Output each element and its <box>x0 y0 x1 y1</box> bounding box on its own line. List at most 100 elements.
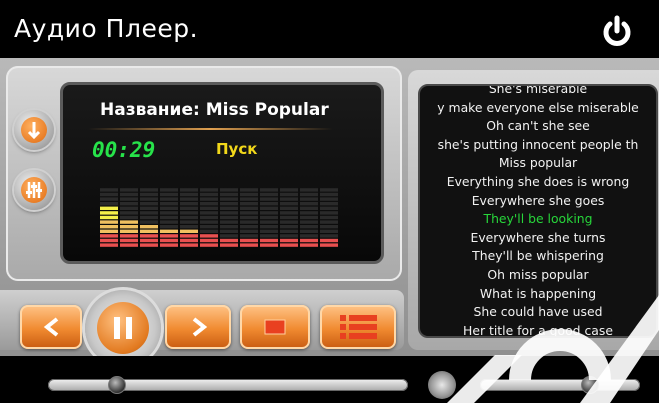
eq-segment <box>260 225 278 229</box>
eq-segment <box>260 215 278 220</box>
eq-segment <box>120 202 138 206</box>
playlist-icon <box>340 315 377 339</box>
eq-segment <box>320 211 338 215</box>
eq-segment <box>240 234 258 238</box>
eq-segment <box>240 238 258 243</box>
eq-segment <box>200 211 218 215</box>
eq-segment <box>260 220 278 224</box>
stop-button[interactable] <box>240 305 310 349</box>
eq-segment <box>160 211 178 215</box>
lyric-line: Everywhere she turns <box>470 229 606 245</box>
eq-segment <box>300 197 318 201</box>
eq-segment <box>240 229 258 233</box>
eq-segment <box>300 234 318 238</box>
eq-segment <box>200 206 218 210</box>
pause-icon <box>114 317 132 339</box>
eq-segment <box>240 202 258 206</box>
eq-segment <box>180 243 198 247</box>
eq-segment <box>100 215 118 220</box>
lyric-line: Everywhere she goes <box>471 192 605 208</box>
eq-segment <box>160 215 178 220</box>
lyric-line: She could have used <box>473 304 603 320</box>
eq-segment <box>260 234 278 238</box>
eq-segment <box>200 215 218 220</box>
lyrics-box[interactable]: She's miserable y make everyone else mise… <box>418 84 658 338</box>
eq-segment <box>280 238 298 243</box>
eq-segment <box>120 192 138 197</box>
play-pause-button[interactable] <box>85 290 161 366</box>
eq-segment <box>240 220 258 224</box>
eq-segment <box>260 229 278 233</box>
lyric-line: They'll be whispering <box>472 248 604 264</box>
eq-segment <box>220 192 238 197</box>
volume-knob[interactable] <box>580 376 599 394</box>
eq-segment <box>160 225 178 229</box>
eq-segment <box>260 211 278 215</box>
eq-segment <box>120 211 138 215</box>
eq-segment <box>200 188 218 192</box>
eq-segment <box>100 220 118 224</box>
eq-segment <box>100 238 118 243</box>
eq-segment <box>120 234 138 238</box>
progress-slider[interactable] <box>48 376 408 394</box>
eq-segment <box>160 202 178 206</box>
eq-segment <box>200 225 218 229</box>
stop-icon <box>264 319 286 335</box>
eq-segment <box>240 192 258 197</box>
eq-segment <box>140 234 158 238</box>
eq-segment <box>300 206 318 210</box>
eq-segment <box>180 229 198 233</box>
eq-segment <box>160 243 178 247</box>
eq-segment <box>240 211 258 215</box>
eq-segment <box>260 238 278 243</box>
lyric-line: Her title for a good case <box>463 322 613 338</box>
eq-segment <box>240 215 258 220</box>
playlist-button[interactable] <box>320 305 396 349</box>
eq-segment <box>140 206 158 210</box>
next-button[interactable] <box>165 305 231 349</box>
eq-segment <box>300 211 318 215</box>
lyric-line-current: They'll be looking <box>483 211 593 227</box>
volume-icon[interactable] <box>428 371 456 399</box>
eq-segment <box>160 238 178 243</box>
eq-segment <box>100 225 118 229</box>
eq-segment <box>180 211 198 215</box>
eq-segment <box>300 243 318 247</box>
volume-slider[interactable] <box>480 376 640 394</box>
next-icon <box>192 317 208 337</box>
eq-segment <box>240 225 258 229</box>
eq-segment <box>240 197 258 201</box>
eq-segment <box>260 206 278 210</box>
lyric-line: y make everyone else miserable <box>437 99 639 115</box>
eq-segment <box>180 192 198 197</box>
eq-segment <box>300 220 318 224</box>
eq-segment <box>120 225 138 229</box>
lyric-line: Oh miss popular <box>487 266 589 282</box>
eq-segment <box>220 220 238 224</box>
eq-segment <box>280 225 298 229</box>
eq-segment <box>280 206 298 210</box>
eq-segment <box>280 192 298 197</box>
eq-segment <box>260 243 278 247</box>
eq-segment <box>140 202 158 206</box>
eq-segment <box>180 202 198 206</box>
eq-segment <box>120 238 138 243</box>
lyrics-list: She's miserable y make everyone else mise… <box>420 86 656 338</box>
eq-segment <box>180 188 198 192</box>
eq-segment <box>260 202 278 206</box>
prev-button[interactable] <box>20 305 82 349</box>
eq-segment <box>260 188 278 192</box>
eq-segment <box>300 215 318 220</box>
eq-segment <box>280 234 298 238</box>
eq-segment <box>100 206 118 210</box>
eq-segment <box>300 192 318 197</box>
eq-segment <box>100 234 118 238</box>
eq-segment <box>240 206 258 210</box>
eq-segment <box>320 197 338 201</box>
eq-segment <box>240 188 258 192</box>
eq-segment <box>120 206 138 210</box>
eq-segment <box>180 215 198 220</box>
eq-segment <box>160 206 178 210</box>
prev-icon <box>43 317 59 337</box>
eq-segment <box>140 192 158 197</box>
